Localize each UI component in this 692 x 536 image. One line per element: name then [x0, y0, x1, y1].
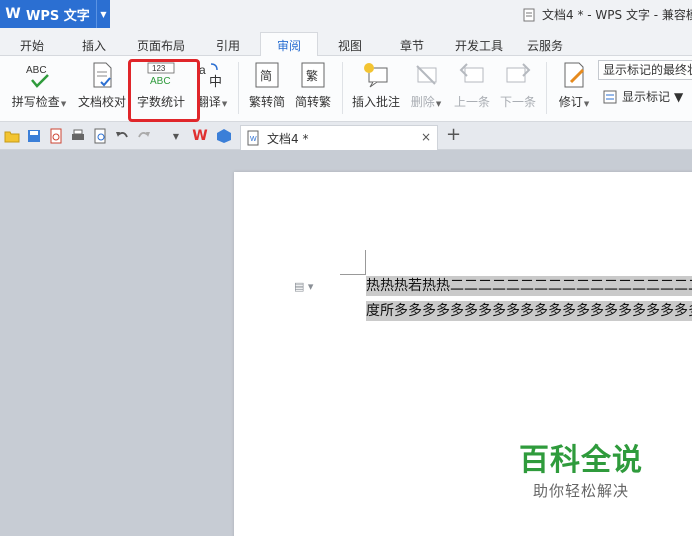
- watermark-logo: 百科全说 助你轻松解决: [516, 444, 646, 501]
- open-folder-icon[interactable]: [4, 128, 20, 144]
- title-bar: W WPS 文字 ▼ 文档4 * - WPS 文字 - 兼容模式: [0, 0, 692, 30]
- print-icon[interactable]: [70, 128, 86, 144]
- trad-to-simp-label: 繁转简: [248, 95, 285, 109]
- simp-to-trad-label: 简转繁: [294, 95, 331, 109]
- tab-cloud-service[interactable]: 云服务: [520, 34, 570, 56]
- tab-page-layout[interactable]: 页面布局: [130, 34, 192, 56]
- export-pdf-icon[interactable]: [48, 128, 64, 144]
- tab-insert[interactable]: 插入: [72, 34, 116, 56]
- ribbon-divider: [238, 62, 239, 114]
- document-tab-icon: W: [247, 130, 259, 146]
- watermark-sub-text: 助你轻松解决: [532, 482, 629, 500]
- spell-check-icon: ABC: [24, 60, 54, 90]
- document-text-line[interactable]: 热热热若热热二二二二二二二二二二二二二二二二二二二二: [366, 276, 692, 296]
- app-name: WPS 文字: [26, 8, 90, 24]
- word-count-highlight: [128, 59, 200, 122]
- app-dropdown-icon[interactable]: ▼: [96, 0, 110, 28]
- show-markup-dropdown-icon: ▼: [674, 89, 684, 104]
- tab-developer[interactable]: 开发工具: [448, 34, 510, 56]
- new-tab-button[interactable]: +: [446, 126, 461, 144]
- simp-to-trad-icon: 繁: [298, 60, 328, 90]
- previous-comment-button[interactable]: 上一条: [450, 60, 494, 116]
- ribbon-divider: [342, 62, 343, 114]
- revise-label: 修订: [558, 95, 583, 109]
- svg-text:a: a: [199, 63, 206, 77]
- translate-dropdown-icon: ▼: [221, 100, 228, 108]
- tab-chapter[interactable]: 章节: [390, 34, 434, 56]
- cloud-cube-icon[interactable]: [216, 128, 232, 144]
- app-menu-button[interactable]: W WPS 文字 ▼: [0, 0, 110, 28]
- svg-text:W: W: [250, 136, 257, 143]
- insert-comment-button[interactable]: 插入批注: [350, 60, 402, 116]
- paragraph-options-icon[interactable]: ▤ ▾: [294, 280, 313, 293]
- revise-dropdown-icon: ▼: [583, 100, 590, 108]
- revise-icon: [559, 60, 589, 90]
- insert-comment-icon: [361, 60, 391, 90]
- tab-review[interactable]: 审阅: [260, 32, 318, 57]
- revise-button[interactable]: 修订▼: [554, 60, 594, 116]
- show-markup-button[interactable]: 显示标记 ▼: [602, 88, 683, 105]
- document-text-line[interactable]: 度所多多多多多多多多多多多多多多多多多多多多多多多: [366, 301, 692, 321]
- translate-icon-text: 中: [209, 75, 222, 90]
- quick-access-toolbar: ▼ W W 文档4 * × +: [0, 122, 692, 150]
- simp-to-trad-button[interactable]: 繁 简转繁: [292, 60, 334, 116]
- wps-logo-icon: W: [5, 6, 21, 22]
- margin-marker: [365, 250, 366, 275]
- redo-icon[interactable]: [136, 128, 152, 144]
- undo-icon[interactable]: [114, 128, 130, 144]
- spell-check-button[interactable]: ABC 拼写检查▼: [8, 60, 70, 116]
- review-ribbon: ABC 拼写检查▼ 文档校对 123 ABC 字数统计 a中 翻译▼ 简 繁转简 …: [0, 56, 692, 122]
- translate-icon: a中: [197, 60, 227, 90]
- trad-to-simp-icon: 简: [252, 60, 282, 90]
- document-tab[interactable]: W 文档4 * ×: [240, 125, 438, 150]
- ribbon-divider: [546, 62, 547, 114]
- document-tab-label: 文档4 *: [267, 131, 309, 146]
- next-comment-button[interactable]: 下一条: [496, 60, 540, 116]
- save-icon[interactable]: [26, 128, 42, 144]
- delete-comment-icon: [411, 60, 441, 90]
- show-markup-label: 显示标记: [622, 90, 671, 104]
- simp-to-trad-icon-text: 繁: [306, 68, 318, 83]
- window-title-text: 文档4 * - WPS 文字 - 兼容模式: [542, 8, 692, 22]
- trad-to-simp-icon-text: 简: [260, 69, 272, 83]
- delete-dropdown-icon: ▼: [435, 100, 442, 108]
- spell-check-dropdown-icon: ▼: [60, 100, 67, 108]
- doc-proofread-label: 文档校对: [77, 95, 126, 109]
- window-title: 文档4 * - WPS 文字 - 兼容模式: [522, 6, 692, 23]
- watermark-main-text: 百科全说: [519, 443, 643, 478]
- tab-start[interactable]: 开始: [10, 34, 54, 56]
- tab-view[interactable]: 视图: [328, 34, 372, 56]
- delete-label: 删除: [410, 95, 435, 109]
- tab-references[interactable]: 引用: [206, 34, 250, 56]
- proofread-icon: [87, 60, 117, 90]
- wps-w-icon[interactable]: W: [192, 128, 208, 144]
- spell-check-icon-text: ABC: [26, 65, 47, 76]
- delete-comment-button[interactable]: 删除▼: [406, 60, 446, 116]
- next-label: 下一条: [499, 95, 536, 109]
- markup-mode-select[interactable]: 显示标记的最终状态: [598, 60, 692, 80]
- previous-comment-icon: [457, 60, 487, 90]
- customize-toolbar-icon[interactable]: ▼: [168, 128, 184, 144]
- trad-to-simp-button[interactable]: 简 繁转简: [246, 60, 288, 116]
- close-tab-icon[interactable]: ×: [421, 130, 431, 144]
- next-comment-icon: [503, 60, 533, 90]
- doc-proofread-button[interactable]: 文档校对: [76, 60, 128, 116]
- print-preview-icon[interactable]: [92, 128, 108, 144]
- translate-label: 翻译: [196, 95, 221, 109]
- previous-label: 上一条: [453, 95, 490, 109]
- show-markup-icon: [603, 90, 617, 103]
- menu-bar: 开始 插入 页面布局 引用 审阅 视图 章节 开发工具 云服务: [0, 30, 692, 57]
- margin-marker: [340, 274, 366, 275]
- document-icon: [523, 8, 535, 21]
- insert-comment-label: 插入批注: [351, 95, 400, 109]
- spell-check-label: 拼写检查: [11, 95, 60, 109]
